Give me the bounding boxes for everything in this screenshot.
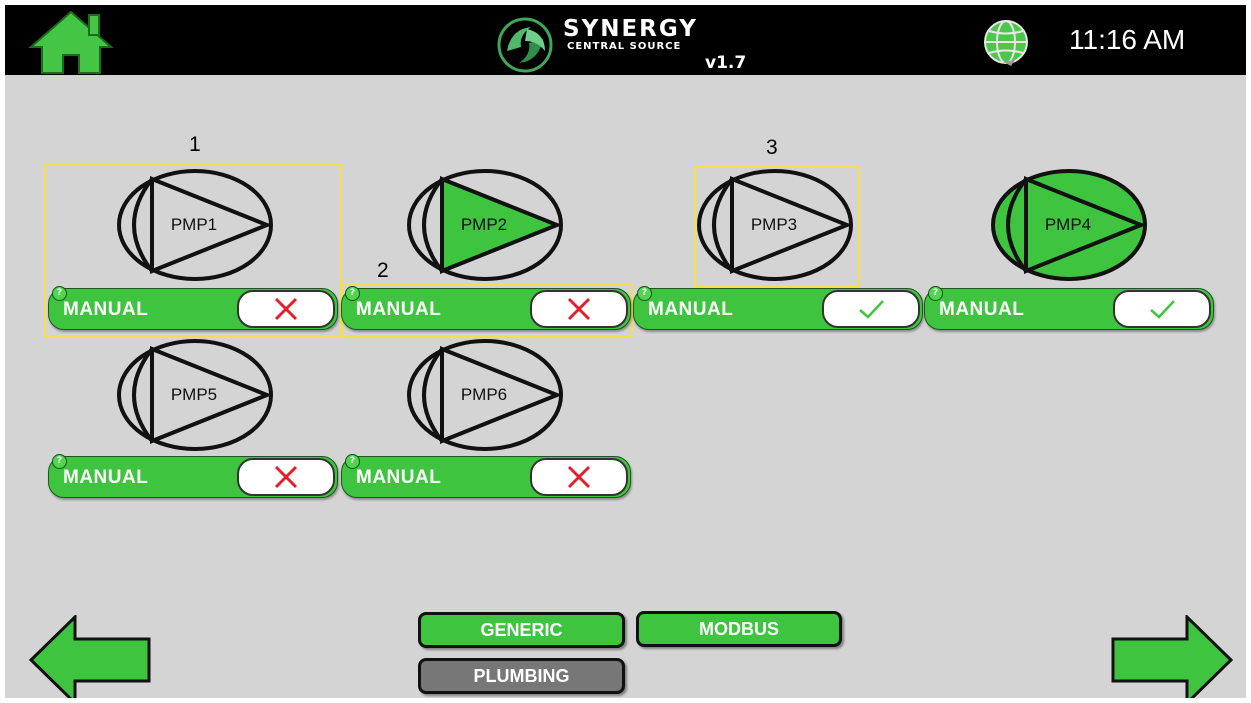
synergy-logo: SYNERGY CENTRAL SOURCE v1.7	[495, 13, 785, 75]
check-icon	[1150, 300, 1175, 319]
pump-3-mode-bar[interactable]: ? MANUAL	[633, 286, 923, 330]
synergy-swirl-icon	[497, 17, 553, 73]
cross-icon	[567, 465, 591, 489]
pump-6-status-toggle[interactable]	[530, 458, 628, 496]
pump-4-label: PMP4	[1044, 215, 1092, 234]
pump-3-label: PMP3	[750, 215, 798, 234]
clock-time: 11:16 AM	[1069, 24, 1186, 55]
pump-5-status-toggle[interactable]	[237, 458, 335, 496]
pump-4-mode-bar[interactable]: ? MANUAL	[924, 286, 1214, 330]
annotation-3: 3	[766, 136, 778, 159]
pump-2-mode-label: MANUAL	[356, 299, 442, 320]
arrow-left-icon[interactable]	[29, 615, 153, 698]
pump-6-mode-bar[interactable]: ? MANUAL	[341, 454, 631, 498]
pump-5-mode-bar[interactable]: ? MANUAL	[48, 454, 338, 498]
pump-3-status-toggle[interactable]	[822, 290, 920, 328]
cross-icon	[274, 297, 298, 321]
pump-5-mode-label: MANUAL	[63, 467, 149, 488]
header-bar: SYNERGY CENTRAL SOURCE v1.7 11:16 AM	[5, 5, 1246, 75]
pump-5-label: PMP5	[170, 385, 218, 404]
modbus-button[interactable]: MODBUS	[636, 611, 842, 647]
check-icon	[859, 300, 884, 319]
plumbing-button[interactable]: PLUMBING	[418, 658, 625, 694]
annotation-1: 1	[189, 133, 201, 156]
globe-icon[interactable]	[981, 18, 1031, 68]
pump-1-label: PMP1	[170, 215, 218, 234]
pump-6-label: PMP6	[460, 385, 508, 404]
cross-icon	[567, 297, 591, 321]
pump-1-status-toggle[interactable]	[237, 290, 335, 328]
logo-subtitle: CENTRAL SOURCE	[567, 41, 682, 52]
pump-3-mode-label: MANUAL	[648, 299, 734, 320]
arrow-right-icon[interactable]	[1109, 615, 1233, 698]
pump-2-label: PMP2	[460, 215, 508, 234]
pump-1-mode-bar[interactable]: ? MANUAL	[48, 286, 338, 330]
cross-icon	[274, 465, 298, 489]
annotation-2: 2	[377, 259, 389, 282]
generic-button[interactable]: GENERIC	[418, 612, 625, 648]
pump-6-mode-label: MANUAL	[356, 467, 442, 488]
logo-title: SYNERGY	[563, 16, 698, 42]
home-icon[interactable]	[25, 9, 117, 75]
pump-2-status-toggle[interactable]	[530, 290, 628, 328]
hmi-screen: SYNERGY CENTRAL SOURCE v1.7 11:16 AM 1 2…	[5, 5, 1246, 698]
pump-4-status-toggle[interactable]	[1113, 290, 1211, 328]
pump-4-mode-label: MANUAL	[939, 299, 1025, 320]
pump-2-mode-bar[interactable]: ? MANUAL	[341, 286, 631, 330]
version-label: v1.7	[705, 53, 747, 73]
pump-1-mode-label: MANUAL	[63, 299, 149, 320]
